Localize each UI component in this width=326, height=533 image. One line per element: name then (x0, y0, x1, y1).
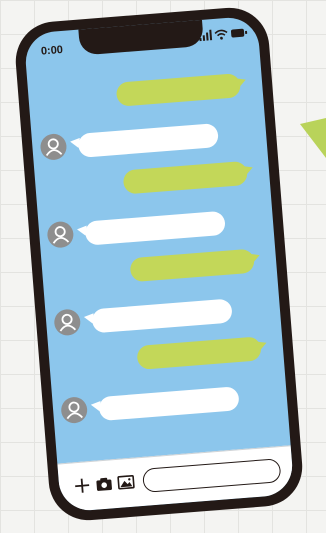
message-incoming (53, 294, 233, 338)
outgoing-bubble (115, 73, 242, 107)
incoming-bubble (77, 123, 219, 158)
plus-icon[interactable] (72, 476, 91, 495)
bubble-tail (235, 78, 246, 89)
incoming-bubble (98, 386, 240, 422)
avatar[interactable] (60, 396, 89, 425)
avatar[interactable] (46, 220, 75, 249)
avatar[interactable] (39, 132, 68, 161)
message-outgoing (129, 248, 262, 283)
user-avatar-icon (45, 138, 63, 157)
incoming-bubble (91, 298, 233, 334)
user-avatar-icon (52, 226, 70, 244)
camera-icon[interactable] (94, 474, 113, 493)
user-avatar-icon (66, 401, 83, 420)
image-icon[interactable] (116, 473, 135, 492)
incoming-bubble (84, 210, 226, 246)
message-input[interactable] (142, 458, 282, 493)
message-thread (24, 16, 295, 513)
message-outgoing (122, 160, 256, 195)
bubble-tail (242, 166, 253, 176)
message-incoming (39, 119, 219, 163)
message-outgoing (115, 72, 249, 107)
outgoing-bubble (129, 248, 255, 283)
bubble-tail (256, 341, 267, 352)
user-avatar-icon (59, 313, 77, 332)
smartphone-frame: 0:00 (12, 4, 306, 524)
message-outgoing (136, 336, 269, 370)
phone-screen: 0:00 (23, 15, 295, 513)
outgoing-bubble (136, 336, 262, 370)
message-incoming (60, 382, 240, 426)
outgoing-bubble (122, 160, 249, 195)
decorative-arrow-shape (300, 118, 326, 158)
message-incoming (46, 207, 226, 251)
bubble-tail (249, 253, 260, 264)
avatar[interactable] (53, 308, 82, 337)
